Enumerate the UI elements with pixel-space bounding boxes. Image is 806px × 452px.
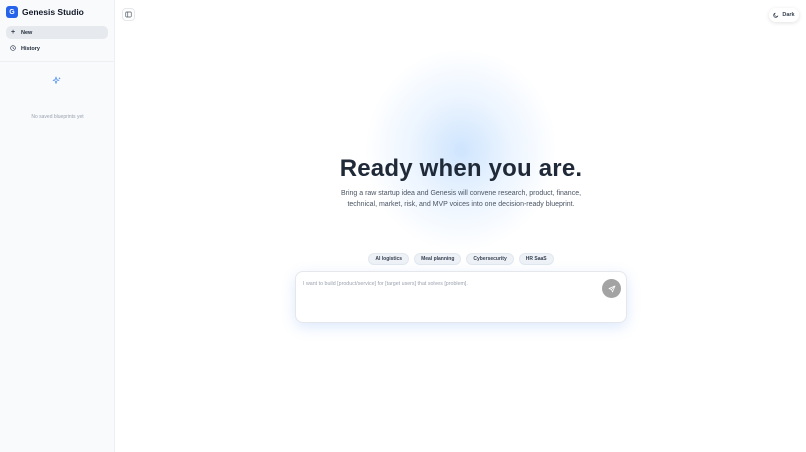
suggestion-chip-cybersecurity[interactable]: Cybersecurity (466, 253, 514, 265)
sparkle-icon (52, 76, 61, 84)
page-title: Ready when you are. (339, 155, 583, 182)
history-label: History (21, 45, 40, 52)
idea-input[interactable]: I want to build [product/service] for [t… (303, 281, 468, 287)
app-logo: G (6, 6, 18, 18)
sidebar-toggle-button[interactable] (122, 8, 135, 21)
empty-state-text: No saved blueprints yet (31, 114, 84, 120)
send-button[interactable] (602, 279, 621, 298)
suggestion-chips: AI logistics Meal planning Cybersecurity… (116, 253, 806, 265)
app-name: Genesis Studio (22, 7, 84, 17)
new-button[interactable]: + New (6, 26, 108, 39)
page-subtitle: Bring a raw startup idea and Genesis wil… (340, 190, 582, 208)
new-label: New (21, 29, 33, 36)
sidebar-divider (0, 61, 115, 62)
theme-toggle-button[interactable]: Dark (769, 8, 799, 22)
idea-composer: I want to build [product/service] for [t… (295, 271, 627, 323)
history-button[interactable]: History (6, 42, 108, 55)
sidebar-toggle-icon (125, 11, 132, 18)
moon-icon (773, 12, 779, 18)
plus-icon: + (10, 29, 16, 36)
brand[interactable]: G Genesis Studio (6, 6, 84, 18)
suggestion-chip-ai-logistics[interactable]: AI logistics (368, 253, 410, 265)
background-glow (366, 50, 556, 250)
history-icon (10, 44, 16, 53)
suggestion-chip-meal-planning[interactable]: Meal planning (414, 253, 462, 265)
sidebar: G Genesis Studio + New History No saved … (0, 0, 115, 452)
suggestion-chip-hr-saas[interactable]: HR SaaS (518, 253, 554, 265)
send-icon (608, 285, 615, 292)
theme-label: Dark (782, 12, 795, 18)
